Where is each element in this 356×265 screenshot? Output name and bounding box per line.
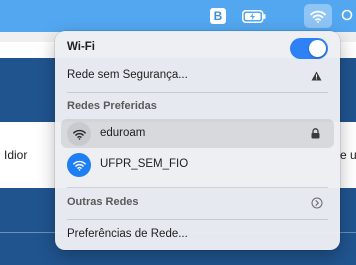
wifi-icon: [67, 153, 91, 177]
menu-bar: B: [0, 0, 356, 32]
other-networks-item[interactable]: Outras Redes: [55, 191, 340, 215]
other-networks-label: Outras Redes: [67, 196, 139, 208]
network-name: UFPR_SEM_FIO: [100, 158, 189, 170]
network-name: eduroam: [100, 127, 146, 139]
network-item-ufpr-sem-fio[interactable]: UFPR_SEM_FIO: [55, 150, 340, 179]
network-preferences-label: Preferências de Rede...: [67, 228, 188, 240]
network-preferences-item[interactable]: Preferências de Rede...: [55, 223, 340, 247]
preferred-networks-label: Redes Preferidas: [67, 100, 157, 112]
wifi-menubar-button[interactable]: [304, 4, 332, 28]
preferred-networks-header: Redes Preferidas: [55, 97, 340, 117]
background-text-left: Idior: [4, 148, 28, 162]
network-item-eduroam[interactable]: eduroam: [55, 119, 340, 148]
warning-icon: [311, 71, 322, 81]
separator: [67, 219, 328, 220]
wifi-toggle[interactable]: [290, 38, 328, 59]
separator: [67, 92, 328, 93]
app-letter-icon: B: [210, 8, 226, 24]
wifi-toggle-knob: [309, 40, 326, 57]
spotlight-search-icon[interactable]: [340, 0, 356, 32]
battery-charging-icon[interactable]: [240, 0, 268, 32]
wifi-icon: [67, 122, 91, 146]
lock-icon: [311, 128, 320, 139]
wifi-dropdown-menu: Wi-Fi Rede sem Segurança... Redes Prefer…: [55, 31, 340, 250]
wifi-title: Wi-Fi: [67, 41, 95, 53]
separator: [67, 187, 328, 188]
background-text-right: e u: [340, 148, 356, 162]
unsecured-network-label: Rede sem Segurança...: [67, 69, 188, 81]
wifi-header-row: Wi-Fi: [55, 31, 340, 65]
chevron-right-icon[interactable]: [311, 197, 323, 209]
wifi-icon: [310, 10, 326, 23]
menubar-app-icon[interactable]: B: [209, 0, 227, 32]
unsecured-network-item[interactable]: Rede sem Segurança...: [55, 65, 340, 89]
